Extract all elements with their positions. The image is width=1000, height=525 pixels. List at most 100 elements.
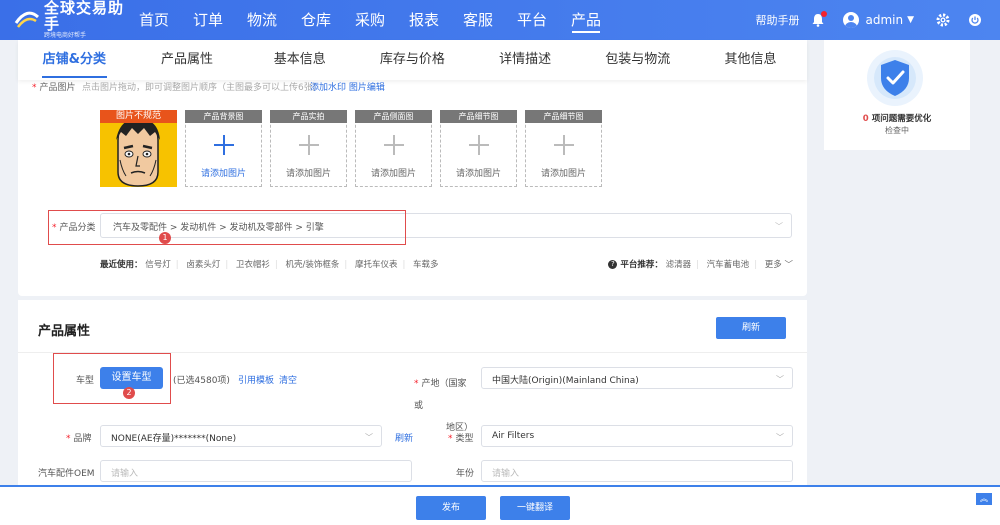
image-slot-background[interactable]: 产品背景图 请添加图片 bbox=[185, 110, 262, 187]
image-slot-title: 产品侧面图 bbox=[355, 110, 432, 123]
scroll-to-top-icon[interactable]: ︽ bbox=[976, 493, 992, 505]
cite-template-link[interactable]: 引用模板 bbox=[238, 373, 274, 386]
brand-refresh-link[interactable]: 刷新 bbox=[395, 431, 413, 444]
type-value: Air Filters bbox=[492, 431, 535, 441]
image-slot-photo[interactable]: 产品实拍 请添加图片 bbox=[270, 110, 347, 187]
image-slot-side[interactable]: 产品侧面图 请添加图片 bbox=[355, 110, 432, 187]
shield-check-icon bbox=[867, 50, 923, 106]
bell-icon[interactable] bbox=[811, 11, 828, 27]
recent-label: 最近使用： bbox=[100, 260, 143, 270]
recommend-item[interactable]: 滤清器 bbox=[666, 260, 692, 270]
logo-subtitle: 跨境电商好帮手 bbox=[44, 32, 87, 39]
oem-input[interactable]: 请输入 bbox=[100, 460, 412, 482]
logo-icon bbox=[14, 9, 40, 31]
chevron-down-icon: ﹀ bbox=[365, 433, 373, 442]
main-product-image[interactable]: 图片不规范 bbox=[100, 110, 177, 187]
recent-item[interactable]: 摩托车仪表 bbox=[355, 260, 398, 270]
add-image-text: 请添加图片 bbox=[285, 169, 331, 179]
gear-icon[interactable] bbox=[936, 13, 950, 27]
origin-value: 中国大陆(Origin)(Mainland China) bbox=[492, 376, 639, 386]
nav-item-home[interactable]: 首页 bbox=[130, 0, 178, 40]
notification-dot bbox=[821, 11, 828, 17]
recent-categories: 最近使用： 信号灯 | 卤素头灯 | 卫衣帽衫 | 机壳/装饰框条 | 摩托车仪表 | 车… bbox=[100, 260, 439, 270]
year-placeholder: 请输入 bbox=[492, 469, 520, 479]
product-attributes-card: 产品属性 刷新 车型 设置车型 (已选4580项) 引用模板 清空 2 * 产地（… bbox=[18, 300, 807, 485]
optimization-panel: 0 项问题需要优化 检查中 bbox=[824, 40, 970, 150]
platform-label: 平台推荐： bbox=[620, 260, 663, 270]
chevron-down-icon: ﹀ bbox=[776, 375, 784, 384]
question-icon: ? bbox=[608, 260, 618, 269]
clear-link[interactable]: 清空 bbox=[279, 373, 297, 386]
tab-packaging-logistics[interactable]: 包装与物流 bbox=[581, 40, 694, 80]
nav-menu: 首页 订单 物流 仓库 采购 报表 客服 平台 产品 bbox=[130, 0, 616, 40]
recent-item[interactable]: 卫衣帽衫 bbox=[236, 260, 270, 270]
logo-title: 全球交易助手 bbox=[44, 0, 125, 33]
nav-item-logistics[interactable]: 物流 bbox=[238, 0, 286, 40]
chevron-down-icon: ﹀ bbox=[775, 222, 783, 231]
image-slot-detail-2[interactable]: 产品细节图 请添加图片 bbox=[525, 110, 602, 187]
platform-recommend: ? 平台推荐： 滤清器 | 汽车蓄电池 | 更多 ﹀ bbox=[608, 258, 793, 270]
chevron-down-icon: ﹀ bbox=[776, 433, 784, 442]
recent-item[interactable]: 车载多 bbox=[413, 260, 439, 270]
highlight-box-model bbox=[53, 353, 171, 404]
top-nav: 全球交易助手 跨境电商好帮手 首页 订单 物流 仓库 采购 报表 客服 平台 产… bbox=[0, 0, 1000, 40]
add-image-text: 请添加图片 bbox=[370, 169, 416, 179]
image-slot-title: 产品细节图 bbox=[525, 110, 602, 123]
origin-label: * 产地（国家或 地区） bbox=[414, 379, 474, 433]
nav-item-reports[interactable]: 报表 bbox=[400, 0, 448, 40]
add-image-text: 请添加图片 bbox=[540, 169, 586, 179]
section-title: 产品属性 bbox=[38, 324, 91, 339]
recent-item[interactable]: 机壳/装饰框条 bbox=[286, 260, 340, 270]
add-image-text: 请添加图片 bbox=[200, 169, 246, 179]
more-link[interactable]: 更多 bbox=[765, 260, 782, 270]
step-badge-2: 2 bbox=[123, 387, 135, 399]
nav-item-orders[interactable]: 订单 bbox=[184, 0, 232, 40]
tab-description[interactable]: 详情描述 bbox=[469, 40, 582, 80]
chevron-down-icon: ﹀ bbox=[784, 260, 793, 270]
tab-basic-info[interactable]: 基本信息 bbox=[243, 40, 356, 80]
image-nonstandard-tag: 图片不规范 bbox=[100, 110, 177, 123]
image-slot-title: 产品实拍 bbox=[270, 110, 347, 123]
publish-button[interactable]: 发布 bbox=[416, 496, 486, 520]
tab-bar: 店铺&分类 产品属性 基本信息 库存与价格 详情描述 包装与物流 其他信息 bbox=[18, 40, 807, 80]
brand-label: * 品牌 bbox=[66, 434, 92, 444]
highlight-box-category bbox=[48, 210, 406, 245]
nav-item-warehouse[interactable]: 仓库 bbox=[292, 0, 340, 40]
tab-product-attributes[interactable]: 产品属性 bbox=[131, 40, 244, 80]
tab-store-category[interactable]: 店铺&分类 bbox=[18, 40, 131, 80]
type-select[interactable]: Air Filters ﹀ bbox=[481, 425, 793, 447]
image-slot-detail-1[interactable]: 产品细节图 请添加图片 bbox=[440, 110, 517, 187]
oem-label: 汽车配件OEM bbox=[38, 469, 95, 479]
nav-item-service[interactable]: 客服 bbox=[454, 0, 502, 40]
refresh-button[interactable]: 刷新 bbox=[716, 317, 786, 339]
translate-button[interactable]: 一键翻译 bbox=[500, 496, 570, 520]
year-input[interactable]: 请输入 bbox=[481, 460, 793, 482]
type-label: * 类型 bbox=[448, 434, 474, 444]
power-icon[interactable] bbox=[968, 13, 982, 27]
avatar bbox=[843, 12, 860, 28]
nav-item-products[interactable]: 产品 bbox=[562, 0, 610, 40]
recent-item[interactable]: 信号灯 bbox=[145, 260, 171, 270]
recent-item[interactable]: 卤素头灯 bbox=[186, 260, 220, 270]
user-name: admin bbox=[865, 13, 904, 27]
image-slot-title: 产品背景图 bbox=[185, 110, 262, 123]
year-label: 年份 bbox=[456, 469, 475, 479]
step-badge-1: 1 bbox=[159, 232, 171, 244]
help-link[interactable]: 帮助手册 bbox=[755, 12, 799, 28]
chevron-down-icon: ▼ bbox=[907, 15, 914, 25]
nav-item-purchase[interactable]: 采购 bbox=[346, 0, 394, 40]
add-image-text: 请添加图片 bbox=[455, 169, 501, 179]
image-slot-title: 产品细节图 bbox=[440, 110, 517, 123]
tab-stock-price[interactable]: 库存与价格 bbox=[356, 40, 469, 80]
nav-item-platform[interactable]: 平台 bbox=[508, 0, 556, 40]
watermark-edit-links[interactable]: 添加水印 图片编辑 bbox=[310, 80, 385, 93]
tab-other-info[interactable]: 其他信息 bbox=[694, 40, 807, 80]
plus-icon bbox=[554, 135, 574, 155]
recommend-item[interactable]: 汽车蓄电池 bbox=[707, 260, 750, 270]
logo[interactable]: 全球交易助手 跨境电商好帮手 bbox=[14, 0, 130, 40]
brand-select[interactable]: NONE(AE存量)*******(None) ﹀ bbox=[100, 425, 382, 447]
plus-icon bbox=[384, 135, 404, 155]
user-menu[interactable]: admin ▼ bbox=[843, 12, 914, 28]
origin-select[interactable]: 中国大陆(Origin)(Mainland China) ﹀ bbox=[481, 367, 793, 389]
plus-icon bbox=[214, 135, 234, 155]
